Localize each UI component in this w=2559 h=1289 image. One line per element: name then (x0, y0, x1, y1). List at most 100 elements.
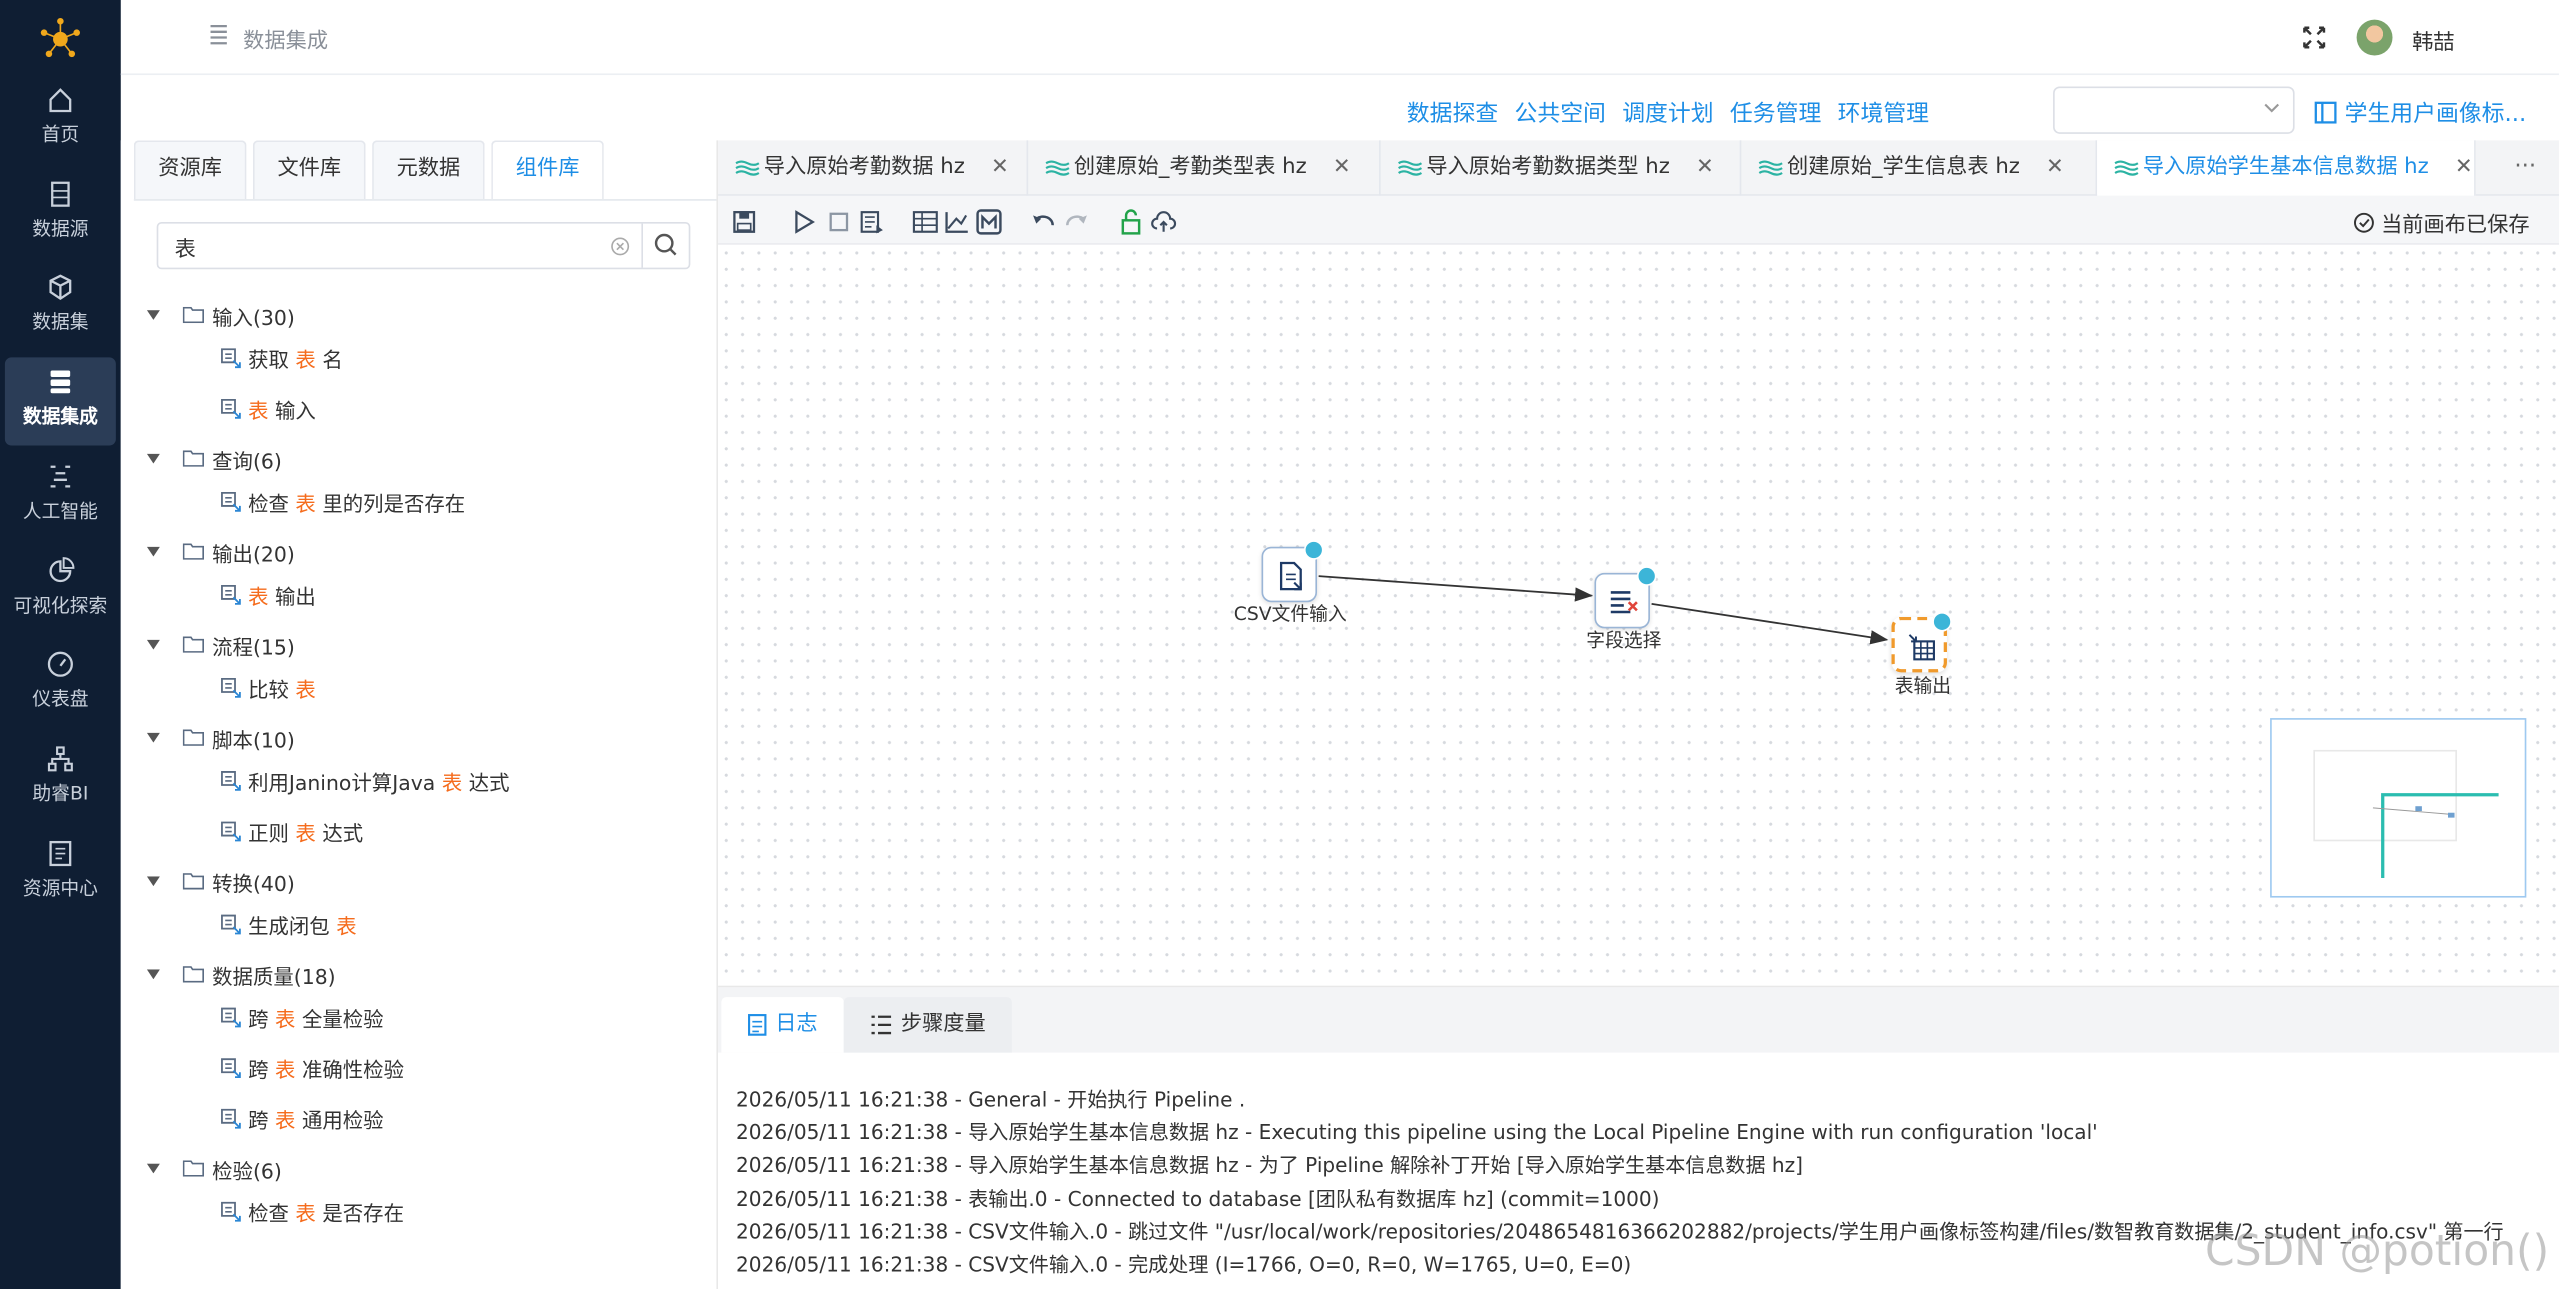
tree-item[interactable]: 生成闭包表 (219, 906, 357, 942)
panel-tab[interactable]: 文件库 (252, 140, 366, 200)
panel-tab[interactable]: 元数据 (372, 140, 485, 200)
tree-group[interactable]: 输出(20) (146, 534, 295, 570)
file-tab[interactable]: 导入原始考勤数据类型 hz ✕ (1381, 140, 1742, 196)
tree-group[interactable]: 输入(30) (146, 297, 295, 333)
toolbar-link[interactable]: 公共空间 (1514, 96, 1605, 129)
tree-group[interactable]: 流程(15) (146, 627, 295, 663)
nav-item-home[interactable]: 首页 (5, 75, 116, 163)
caret-down-icon[interactable] (146, 639, 160, 650)
caret-down-icon[interactable] (146, 1163, 160, 1174)
step-csv-input[interactable] (1261, 540, 1324, 603)
nav-item-pie-chart[interactable]: 可视化探索 (5, 547, 116, 635)
project-select[interactable] (2053, 86, 2295, 134)
tree-group[interactable]: 转换(40) (146, 863, 295, 899)
panel-tab[interactable]: 资源库 (133, 140, 247, 200)
file-tab[interactable]: 创建原始_学生信息表 hz ✕ (1741, 140, 2098, 196)
folder-icon (182, 450, 204, 467)
search-highlight: 表 (295, 1200, 316, 1225)
toolbar-link[interactable]: 调度计划 (1622, 96, 1713, 129)
close-icon[interactable]: ✕ (2046, 140, 2064, 195)
tree-group[interactable]: 数据质量(18) (146, 956, 336, 992)
tree-item[interactable]: 获取表名 (219, 339, 343, 375)
step-label: 表输出 (1894, 674, 1952, 697)
module-icon[interactable] (976, 209, 1002, 235)
redo-icon[interactable] (1064, 209, 1090, 235)
tab-step-metrics[interactable]: 步骤度量 (843, 997, 1012, 1053)
caret-down-icon[interactable] (146, 969, 160, 980)
tree-item[interactable]: 跨表全量检验 (219, 999, 384, 1035)
toolbar-link[interactable]: 数据探查 (1407, 96, 1498, 129)
pipeline-canvas[interactable]: CSV文件输入 字段选择 表输出 (718, 244, 2559, 986)
nav-item-org[interactable]: 助睿BI (5, 734, 116, 822)
tree-item[interactable]: 检查表是否存在 (219, 1193, 404, 1229)
tree-item[interactable]: 跨表准确性检验 (219, 1049, 404, 1085)
nav-item-ai[interactable]: 人工智能 (5, 452, 116, 540)
cube-icon (49, 274, 72, 301)
chart-icon[interactable] (943, 209, 969, 235)
nav-item-server[interactable]: 数据集成 (4, 357, 116, 446)
avatar[interactable] (2356, 19, 2393, 56)
close-icon[interactable]: ✕ (1696, 140, 1714, 195)
close-icon[interactable]: ✕ (1333, 140, 1351, 195)
unlock-icon[interactable] (1118, 209, 1144, 235)
nav-item-document[interactable]: 资源中心 (5, 829, 116, 917)
run-icon[interactable] (792, 209, 818, 235)
component-icon (221, 1058, 241, 1079)
upload-cloud-icon[interactable] (1151, 209, 1177, 235)
caret-down-icon[interactable] (146, 453, 160, 464)
tree-item[interactable]: 检查表里的列是否存在 (219, 483, 465, 519)
project-link[interactable]: 学生用户画像标... (2314, 96, 2526, 129)
logo-icon (40, 17, 80, 58)
tree-item[interactable]: 正则表达式 (219, 813, 363, 849)
folder-icon (182, 873, 204, 890)
search-highlight: 表 (248, 397, 269, 422)
toolbar-link[interactable]: 任务管理 (1730, 96, 1821, 129)
menu-icon[interactable] (209, 23, 229, 46)
tree-item[interactable]: 利用Janino计算Java 表达式 (219, 762, 510, 798)
file-tab[interactable]: 创建原始_考勤类型表 hz ✕ (1028, 140, 1381, 196)
search-input[interactable] (174, 230, 599, 263)
hop-line[interactable] (1318, 575, 1593, 602)
toolbar-link[interactable]: 环境管理 (1838, 96, 1929, 129)
tree-group[interactable]: 脚本(10) (146, 720, 295, 756)
fullscreen-icon[interactable] (2301, 24, 2327, 50)
tree-item[interactable]: 表输入 (219, 390, 316, 426)
file-tab[interactable]: 导入原始考勤数据 hz ✕ (718, 140, 1029, 196)
tree-item-suffix: 全量检验 (301, 1006, 384, 1031)
caret-down-icon[interactable] (146, 546, 160, 557)
stop-icon[interactable] (826, 209, 852, 235)
grid-icon[interactable] (912, 209, 938, 235)
preview-icon[interactable] (858, 209, 884, 235)
more-tabs-button[interactable]: ··· (2514, 153, 2536, 179)
search-button[interactable] (641, 223, 688, 268)
close-icon[interactable]: ✕ (2455, 140, 2473, 195)
log-icon (748, 1014, 767, 1036)
save-status: 当前画布已保存 (2353, 207, 2530, 238)
tab-log[interactable]: 日志 (721, 997, 844, 1053)
component-icon (221, 398, 241, 419)
caret-down-icon[interactable] (146, 310, 160, 320)
tree-group[interactable]: 检验(6) (146, 1151, 282, 1187)
tree-item[interactable]: 比较表 (219, 669, 316, 705)
username[interactable]: 韩喆 (2412, 24, 2454, 55)
close-icon[interactable]: ✕ (991, 140, 1009, 195)
log-line: 2026/05/11 16:21:38 - 表输出.0 - Connected … (736, 1187, 1660, 1211)
file-tab[interactable]: 导入原始学生基本信息数据 hz ✕ (2097, 140, 2476, 196)
caret-down-icon[interactable] (146, 732, 160, 743)
nav-item-database[interactable]: 数据源 (5, 170, 116, 258)
panel-tab[interactable]: 组件库 (491, 140, 604, 200)
tree-item[interactable]: 表输出 (219, 576, 316, 612)
hop-line[interactable] (1651, 602, 1889, 645)
tree-item[interactable]: 跨表通用检验 (219, 1100, 384, 1136)
clear-icon[interactable] (610, 237, 630, 257)
tree-group[interactable]: 查询(6) (146, 441, 282, 477)
save-icon[interactable] (731, 209, 757, 235)
step-field-select[interactable] (1594, 566, 1657, 629)
nav-item-cube[interactable]: 数据集 (5, 263, 116, 351)
step-table-output[interactable] (1891, 612, 1952, 673)
caret-down-icon[interactable] (146, 876, 160, 887)
minimap[interactable] (2270, 718, 2527, 898)
undo-icon[interactable] (1030, 209, 1056, 235)
nav-item-gauge[interactable]: 仪表盘 (5, 640, 116, 728)
pipeline-icon (1758, 160, 1783, 176)
